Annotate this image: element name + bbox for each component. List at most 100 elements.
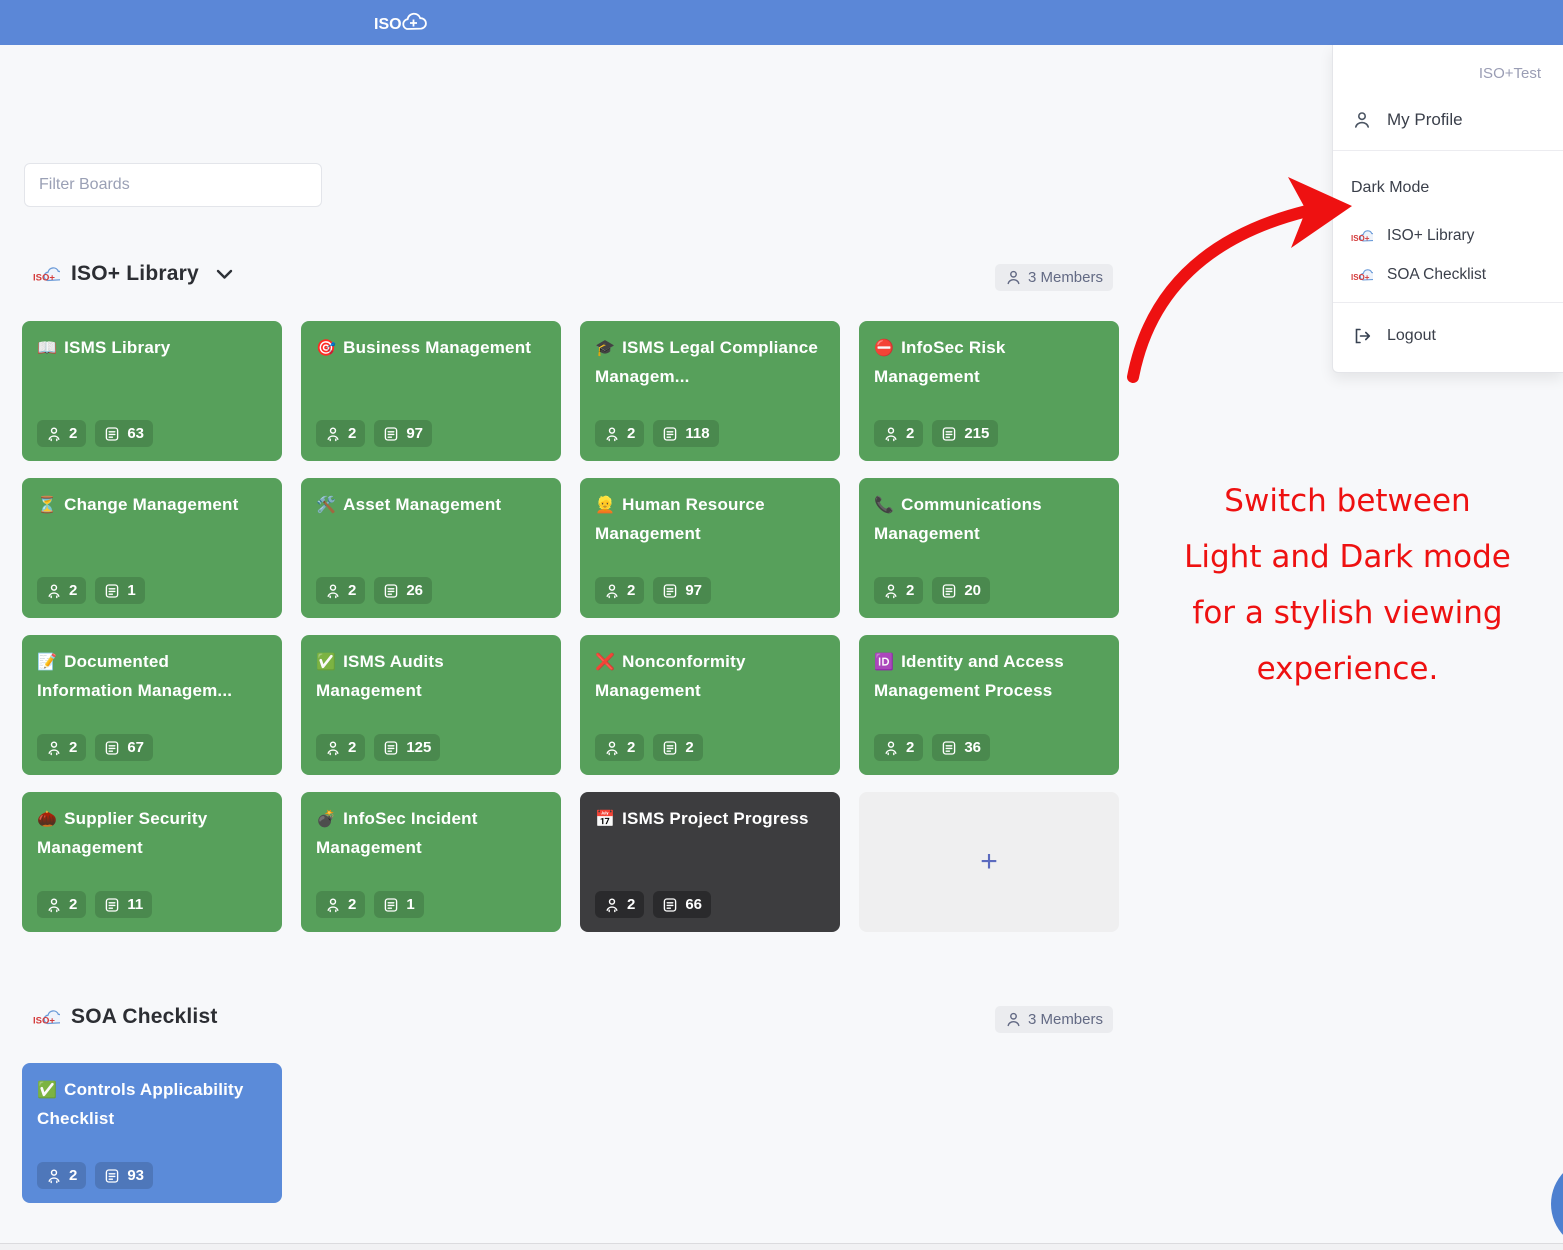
board-card[interactable]: 📞Communications Management 2 20 <box>859 478 1119 618</box>
svg-text:ISO: ISO <box>374 16 402 33</box>
board-card[interactable]: 🎓ISMS Legal Compliance Managem... 2 118 <box>580 321 840 461</box>
document-icon <box>941 583 957 599</box>
board-title: 📅ISMS Project Progress <box>595 805 825 834</box>
board-cards-count: 67 <box>127 739 144 756</box>
board-members-count: 2 <box>348 896 356 913</box>
board-members-badge: 2 <box>316 420 365 447</box>
board-cards-badge: 63 <box>95 420 153 447</box>
board-badges: 2 66 <box>595 891 711 918</box>
board-cards-badge: 1 <box>374 891 423 918</box>
board-members-count: 2 <box>906 739 914 756</box>
board-emoji-icon: 📞 <box>874 497 894 514</box>
board-badges: 2 93 <box>37 1162 153 1189</box>
board-title: 🛠️Asset Management <box>316 491 546 520</box>
board-cards-badge: 36 <box>932 734 990 761</box>
menu-item-my-profile[interactable]: My Profile <box>1333 103 1563 137</box>
board-cards-badge: 2 <box>653 734 702 761</box>
person-icon <box>1005 1011 1022 1028</box>
board-card[interactable]: 📖ISMS Library 2 63 <box>22 321 282 461</box>
board-title: 📝Documented Information Managem... <box>37 648 267 705</box>
board-card[interactable]: 🛠️Asset Management 2 26 <box>301 478 561 618</box>
members-count-badge: 3 Members <box>995 264 1113 291</box>
menu-item-iso-library[interactable]: ISO+ ISO+ Library <box>1333 219 1563 253</box>
board-card[interactable]: 👱Human Resource Management 2 97 <box>580 478 840 618</box>
board-card[interactable]: ✅Controls Applicability Checklist 2 93 <box>22 1063 282 1203</box>
board-cards-badge: 215 <box>932 420 998 447</box>
board-card[interactable]: 💣InfoSec Incident Management 2 1 <box>301 792 561 932</box>
floating-action-button[interactable] <box>1551 1158 1563 1250</box>
board-cards-count: 118 <box>685 425 709 442</box>
board-members-badge: 2 <box>37 1162 86 1189</box>
document-icon <box>941 740 957 756</box>
annotation-line: experience. <box>1135 641 1560 697</box>
board-badges: 2 1 <box>316 891 424 918</box>
board-card[interactable]: ❌Nonconformity Management 2 2 <box>580 635 840 775</box>
board-card[interactable]: 📝Documented Information Managem... 2 67 <box>22 635 282 775</box>
document-icon <box>104 583 120 599</box>
board-title: 🆔Identity and Access Management Process <box>874 648 1104 705</box>
board-badges: 2 125 <box>316 734 440 761</box>
plus-icon: + <box>980 847 998 877</box>
board-title: ✅ISMS Audits Management <box>316 648 546 705</box>
filter-boards-input[interactable] <box>24 163 322 207</box>
board-badges: 2 1 <box>37 577 145 604</box>
board-cards-count: 66 <box>685 896 702 913</box>
members-count-label: 3 Members <box>1028 1011 1103 1028</box>
chevron-down-icon[interactable] <box>216 267 233 285</box>
board-members-badge: 2 <box>316 734 365 761</box>
board-title: ✅Controls Applicability Checklist <box>37 1076 267 1133</box>
board-card[interactable]: 📅ISMS Project Progress 2 66 <box>580 792 840 932</box>
person-icon <box>325 583 341 599</box>
menu-item-logout[interactable]: Logout <box>1333 319 1563 353</box>
menu-item-soa-checklist[interactable]: ISO+ SOA Checklist <box>1333 258 1563 292</box>
document-icon <box>104 426 120 442</box>
board-cards-badge: 125 <box>374 734 440 761</box>
board-members-badge: 2 <box>37 734 86 761</box>
board-cards-badge: 1 <box>95 577 144 604</box>
board-members-badge: 2 <box>316 577 365 604</box>
board-emoji-icon: 🆔 <box>874 654 894 671</box>
menu-item-label: SOA Checklist <box>1387 266 1486 284</box>
board-emoji-icon: 👱 <box>595 497 615 514</box>
document-icon <box>662 426 678 442</box>
board-members-badge: 2 <box>595 891 644 918</box>
board-card[interactable]: 🆔Identity and Access Management Process … <box>859 635 1119 775</box>
board-card[interactable]: ✅ISMS Audits Management 2 125 <box>301 635 561 775</box>
document-icon <box>104 897 120 913</box>
board-card[interactable]: 🌰Supplier Security Management 2 11 <box>22 792 282 932</box>
board-members-count: 2 <box>627 739 635 756</box>
add-board-button[interactable]: + <box>859 792 1119 932</box>
board-card[interactable]: 🎯Business Management 2 97 <box>301 321 561 461</box>
board-badges: 2 118 <box>595 420 719 447</box>
annotation-text: Switch between Light and Dark mode for a… <box>1135 473 1560 697</box>
board-cards-count: 125 <box>406 739 431 756</box>
board-cards-count: 1 <box>127 582 135 599</box>
members-count-label: 3 Members <box>1028 269 1103 286</box>
person-icon <box>1351 109 1373 131</box>
board-emoji-icon: ⏳ <box>37 497 57 514</box>
board-members-badge: 2 <box>595 734 644 761</box>
isoplus-logo-icon: ISO <box>374 8 434 38</box>
board-title: 📖ISMS Library <box>37 334 267 363</box>
person-icon <box>325 426 341 442</box>
board-cards-badge: 20 <box>932 577 990 604</box>
section-title: ISO+ Library <box>71 262 199 286</box>
menu-divider <box>1333 302 1563 303</box>
board-members-count: 2 <box>348 425 356 442</box>
board-cards-badge: 93 <box>95 1162 153 1189</box>
logout-icon <box>1351 325 1373 347</box>
board-badges: 2 97 <box>316 420 432 447</box>
person-icon <box>604 583 620 599</box>
person-icon <box>604 740 620 756</box>
board-emoji-icon: ⛔ <box>874 340 894 357</box>
board-cards-badge: 66 <box>653 891 711 918</box>
board-members-count: 2 <box>627 582 635 599</box>
board-card[interactable]: ⛔InfoSec Risk Management 2 215 <box>859 321 1119 461</box>
menu-item-dark-mode[interactable]: Dark Mode <box>1333 171 1563 205</box>
person-icon <box>1005 269 1022 286</box>
person-icon <box>46 740 62 756</box>
board-members-count: 2 <box>906 425 914 442</box>
document-icon <box>383 897 399 913</box>
board-card[interactable]: ⏳Change Management 2 1 <box>22 478 282 618</box>
board-title: 👱Human Resource Management <box>595 491 825 548</box>
